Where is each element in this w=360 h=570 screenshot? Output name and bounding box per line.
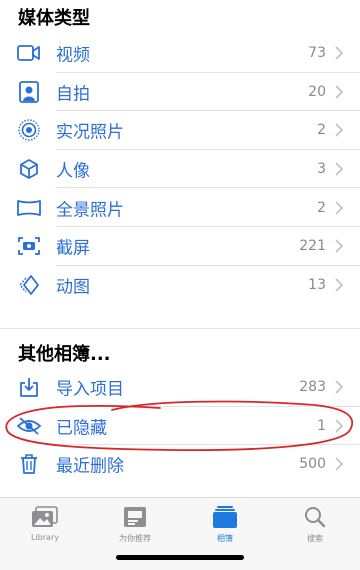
tab-label: 为你推荐 <box>119 534 151 543</box>
section-divider <box>0 328 360 329</box>
album-label: 人像 <box>56 161 90 182</box>
album-label: 全景照片 <box>56 200 124 221</box>
album-count: 221 <box>299 238 326 255</box>
video-icon <box>16 40 42 66</box>
album-row-video[interactable]: 视频 73 <box>0 34 360 73</box>
cube-portrait-icon <box>16 156 42 182</box>
tab-label: 搜索 <box>307 534 323 543</box>
album-count: 20 <box>308 83 326 100</box>
album-label: 实况照片 <box>56 122 124 143</box>
chevron-right-icon <box>335 85 344 99</box>
album-label: 视频 <box>56 45 90 66</box>
chevron-right-icon <box>335 278 344 292</box>
album-count: 3 <box>317 161 326 178</box>
panorama-icon <box>16 195 42 221</box>
tab-search[interactable]: 搜索 <box>270 498 360 548</box>
album-row-hidden[interactable]: 已隐藏 1 <box>0 407 360 446</box>
tab-for-you[interactable]: 为你推荐 <box>90 498 180 548</box>
home-indicator <box>116 555 244 560</box>
hidden-eye-icon <box>16 413 42 439</box>
chevron-right-icon <box>335 380 344 394</box>
library-photos-icon <box>30 505 60 529</box>
album-row-animated[interactable]: 动图 13 <box>0 266 360 305</box>
chevron-right-icon <box>335 201 344 215</box>
album-row-live-photos[interactable]: 实况照片 2 <box>0 111 360 150</box>
chevron-right-icon <box>335 419 344 433</box>
album-label: 最近删除 <box>56 456 124 477</box>
chevron-right-icon <box>335 457 344 472</box>
import-icon <box>16 374 42 400</box>
album-row-imports[interactable]: 导入项目 283 <box>0 368 360 407</box>
section-title-other-albums: 其他相簿... <box>18 344 111 365</box>
live-photo-icon <box>16 117 42 143</box>
trash-icon <box>16 451 42 477</box>
chevron-right-icon <box>335 46 344 60</box>
media-types-list: 视频 73 自拍 20 实况照片 2 人像 3 全景照片 2 截屏 221 动图… <box>0 34 360 304</box>
screenshot-icon <box>16 233 42 259</box>
other-albums-list: 导入项目 283 已隐藏 1 最近删除 500 <box>0 368 360 484</box>
album-row-selfie[interactable]: 自拍 20 <box>0 73 360 112</box>
chevron-right-icon <box>335 162 344 176</box>
section-title-media-types: 媒体类型 <box>18 8 90 29</box>
album-count: 13 <box>308 276 326 293</box>
album-count: 500 <box>299 456 326 473</box>
tab-label: 相簿 <box>217 534 233 543</box>
chevron-right-icon <box>335 239 344 253</box>
album-row-panorama[interactable]: 全景照片 2 <box>0 188 360 227</box>
album-label: 动图 <box>56 277 90 298</box>
for-you-icon <box>120 505 150 529</box>
album-row-portrait[interactable]: 人像 3 <box>0 150 360 189</box>
album-row-screenshots[interactable]: 截屏 221 <box>0 227 360 266</box>
tab-albums[interactable]: 相簿 <box>180 498 270 548</box>
album-label: 截屏 <box>56 238 90 259</box>
album-label: 自拍 <box>56 84 90 105</box>
album-label: 导入项目 <box>56 379 124 400</box>
tab-library[interactable]: Library <box>0 498 90 548</box>
tab-label: Library <box>31 533 59 542</box>
search-icon <box>300 505 330 529</box>
animated-icon <box>16 272 42 298</box>
album-label: 已隐藏 <box>56 418 107 439</box>
album-count: 283 <box>299 379 326 396</box>
album-count: 2 <box>317 199 326 216</box>
album-count: 73 <box>308 45 326 62</box>
album-count: 2 <box>317 122 326 139</box>
album-row-recently-deleted[interactable]: 最近删除 500 <box>0 445 360 484</box>
selfie-portrait-icon <box>16 79 42 105</box>
chevron-right-icon <box>335 123 344 138</box>
albums-icon <box>210 505 240 529</box>
album-count: 1 <box>317 417 326 434</box>
